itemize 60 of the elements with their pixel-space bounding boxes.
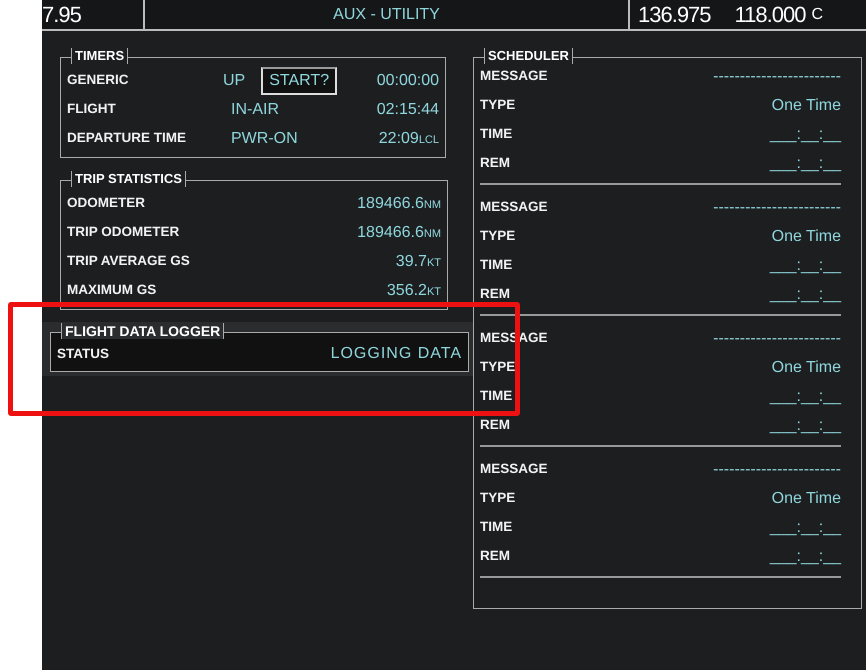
row-label: TIME [480,518,512,536]
field-value: ___:__:__ [770,546,841,566]
field-value: ___:__:__ [770,416,841,436]
field-value: One Time [772,96,841,116]
stat-value: 39.7KT [396,252,441,272]
row-label: STATUS [57,344,109,363]
row-label: REM [480,547,510,566]
mode-value: PWR-ON [231,128,298,148]
row-label: REM [480,154,510,172]
mode-value: UP [223,70,246,90]
field-value: ___:__:__ [770,284,841,304]
field-value: ------------------------ [713,66,841,86]
frequency-readout: 7.95 [42,1,81,29]
row-label: TYPE [480,96,516,114]
stat-value: 356.2KT [386,280,441,300]
row-label: TRIP ODOMETER [67,223,180,242]
stat-value: 189466.6NM [357,222,441,242]
panel-title: FLIGHT DATA LOGGER [61,323,224,339]
row-label: TRIP AVERAGE GS [67,252,190,270]
row-label: GENERIC [67,71,130,90]
row-label: TIME [480,256,512,274]
row-label: FLIGHT [67,100,117,118]
field-value: One Time [772,358,841,378]
stat-value: 189466.6NM [357,194,441,214]
row-label: TYPE [480,358,516,376]
start-button[interactable]: START? [261,66,338,94]
panel-title: TIMERS [71,48,128,64]
page-title: AUX - UTILITY [333,4,440,24]
field-value: ------------------------ [713,198,841,218]
row-label: DEPARTURE TIME [67,129,188,148]
timer-value: 02:15:44 [376,100,439,120]
timer-value: 00:00:00 [376,70,439,90]
row-label: MAXIMUM GS [67,281,156,300]
row-label: ODOMETER [67,194,146,212]
field-value: ___:__:__ [770,386,841,406]
row-label: MESSAGE [480,67,548,86]
status-value: LOGGING DATA [330,344,462,364]
active-frequency: 118.000 [734,1,806,29]
panel-title: TRIP STATISTICS [71,171,186,187]
row-label: TYPE [480,489,516,508]
row-label: MESSAGE [480,460,548,478]
standby-frequency: 136.975 [638,1,711,29]
timer-value: 22:09LCL [378,128,439,148]
frequency-label: C [811,4,822,24]
row-label: MESSAGE [480,198,548,216]
field-value: ___:__:__ [770,256,841,276]
field-value: ___:__:__ [770,124,841,144]
field-value: ------------------------ [713,328,841,348]
row-label: TIME [480,387,512,406]
field-value: ___:__:__ [770,518,841,538]
row-label: TYPE [480,227,516,246]
field-value: ------------------------ [713,460,841,480]
mode-value: IN-AIR [231,100,279,120]
field-value: One Time [772,488,841,508]
row-label: REM [480,285,510,304]
field-value: One Time [772,226,841,246]
row-label: REM [480,416,510,434]
row-label: TIME [480,125,512,144]
panel-title: SCHEDULER [484,48,573,64]
field-value: ___:__:__ [770,154,841,174]
